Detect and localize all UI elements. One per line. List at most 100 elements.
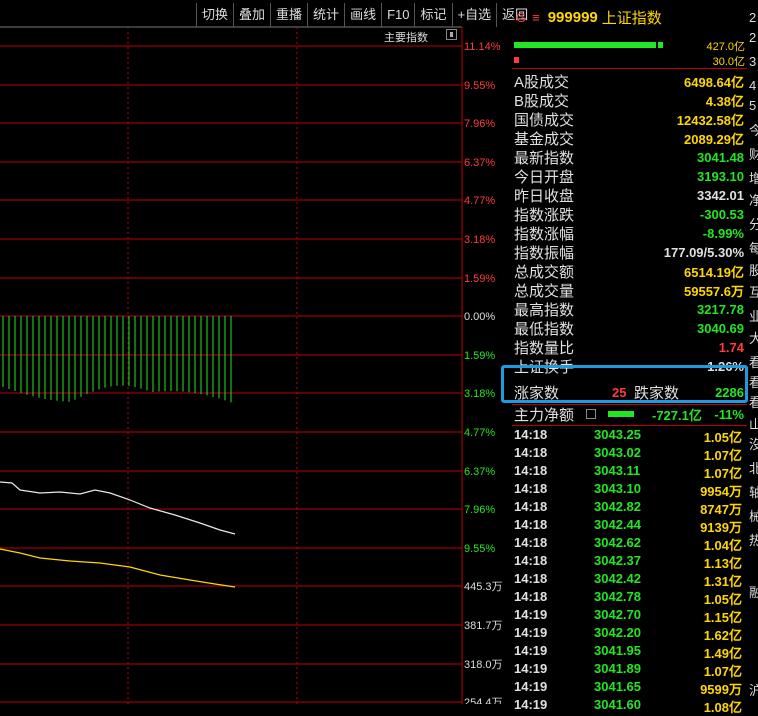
ticker-header: G ≡ 999999 上证指数 (516, 7, 662, 28)
axis-label: 3.18% (464, 234, 495, 246)
stat-value: 3040.69 (697, 321, 744, 336)
tick-time: 14:18 (514, 499, 548, 514)
tick-volume: 1.15亿 (703, 610, 742, 625)
tick-volume: 8747万 (700, 502, 742, 517)
tick-time: 14:18 (514, 481, 548, 496)
tick-time: 14:18 (514, 589, 548, 604)
tick-price: 3041.65 (594, 679, 641, 694)
draw-line-button[interactable]: 画线 (344, 3, 381, 27)
tick-volume: 1.13亿 (703, 556, 742, 571)
chart-toolbar: 切换 叠加 重播 统计 画线 F10 标记 +自选 返回 (196, 3, 533, 27)
tick-time: 14:18 (514, 517, 548, 532)
tick-row: 14:19 3042.70 1.15亿 (514, 607, 744, 625)
ticker-code: 999999 (547, 9, 598, 26)
main-indicator-toggle-icon[interactable] (446, 29, 457, 40)
stat-label: 昨日收盘 (514, 188, 575, 205)
edge-char: 轴 (749, 485, 758, 500)
tick-volume: 1.04亿 (703, 538, 742, 553)
replay-button[interactable]: 重播 (270, 3, 307, 27)
tick-row: 14:18 3043.25 1.05亿 (514, 427, 744, 445)
stat-row: 最新指数 3041.48 (514, 148, 744, 167)
tick-volume: 1.08亿 (703, 700, 742, 715)
edge-char: 分 (749, 217, 758, 232)
menu-icon[interactable]: ≡ (532, 10, 540, 25)
stat-label: 指数量比 (514, 340, 575, 357)
add-watchlist-button[interactable]: +自选 (451, 3, 497, 27)
stat-label: 指数振幅 (514, 245, 575, 262)
main-force-row: 主力净额 -727.1亿 -11% (514, 405, 744, 424)
axis-label: 254.4万 (464, 697, 503, 704)
price-line (0, 481, 236, 535)
main-force-icon[interactable] (586, 409, 596, 419)
stat-value: -8.99% (702, 226, 744, 241)
axis-label: 318.0万 (464, 659, 503, 671)
tick-price: 3043.25 (594, 427, 641, 442)
edge-char: 4 (749, 78, 757, 93)
edge-char: 3 (749, 54, 757, 69)
volume-bottom: 30.0亿 (712, 56, 745, 68)
intraday-chart[interactable]: 11.14% 9.55% 7.96% 6.37% 4.77% 3.18% 1.59% 0.00… (0, 0, 528, 709)
tick-time: 14:18 (514, 571, 548, 586)
tick-row: 14:19 3041.89 1.07亿 (514, 661, 744, 679)
stat-row: 总成交量 59557.6万 (514, 281, 744, 300)
axis-label: 4.77% (464, 195, 495, 207)
stat-value: 3217.78 (697, 302, 744, 317)
tick-volume: 9599万 (700, 682, 742, 697)
edge-char: 财 (749, 147, 758, 162)
stat-label: 基金成交 (514, 131, 575, 148)
tick-row: 14:18 3043.11 1.07亿 (514, 463, 744, 481)
stat-row: 指数量比 1.74 (514, 338, 744, 357)
tick-volume: 1.49亿 (703, 646, 742, 661)
average-line (0, 548, 236, 588)
tick-volume: 1.07亿 (703, 664, 742, 679)
group-badge[interactable]: G (516, 10, 526, 25)
f10-button[interactable]: F10 (381, 3, 414, 27)
edge-char: 每 (749, 241, 758, 256)
stat-value: 6514.19亿 (684, 265, 744, 280)
tick-row: 14:19 3041.60 1.08亿 (514, 697, 744, 715)
edge-char: 大 (749, 331, 758, 346)
edge-char: 械 (749, 509, 758, 524)
axis-label: 11.14% (464, 41, 501, 53)
tick-time: 14:19 (514, 625, 548, 640)
axis-label: 0.00% (464, 311, 495, 323)
stat-label: B股成交 (514, 93, 570, 110)
main-indicator-label[interactable]: 主要指数 (384, 29, 428, 45)
volume-bar-green-small (658, 42, 663, 48)
edge-char: 互 (749, 285, 758, 300)
tick-time: 14:18 (514, 553, 548, 568)
tick-volume: 1.05亿 (703, 592, 742, 607)
stat-label: A股成交 (514, 74, 570, 91)
tick-row: 14:18 3042.44 9139万 (514, 517, 744, 535)
edge-char: 5 (749, 98, 757, 113)
tick-time: 14:19 (514, 607, 548, 622)
switch-button[interactable]: 切换 (196, 3, 233, 27)
volume-top: 427.0亿 (706, 41, 745, 53)
tick-price: 3042.82 (594, 499, 641, 514)
tick-row: 14:19 3041.95 1.49亿 (514, 643, 744, 661)
tick-price: 3043.10 (594, 481, 641, 496)
tick-row: 14:18 3042.42 1.31亿 (514, 571, 744, 589)
axis-label: 6.37% (464, 466, 495, 478)
quote-panel: G ≡ 999999 上证指数 427.0亿 30.0亿 A股成交 6498.64… (512, 0, 747, 715)
tick-volume: 1.07亿 (703, 448, 742, 463)
statistics-button[interactable]: 统计 (307, 3, 344, 27)
overlay-button[interactable]: 叠加 (233, 3, 270, 27)
stat-row: 指数涨跌 -300.53 (514, 205, 744, 224)
edge-char: 北 (749, 461, 758, 476)
mark-button[interactable]: 标记 (414, 3, 451, 27)
tick-price: 3042.20 (594, 625, 641, 640)
stat-value: 59557.6万 (684, 284, 744, 299)
tick-time: 14:19 (514, 661, 548, 676)
tick-time: 14:19 (514, 679, 548, 694)
tick-time: 14:18 (514, 427, 548, 442)
tick-price: 3042.37 (594, 553, 641, 568)
tick-volume: 1.31亿 (703, 574, 742, 589)
stat-row: 指数振幅 177.09/5.30% (514, 243, 744, 262)
edge-char: 净 (749, 193, 758, 208)
stat-label: 最新指数 (514, 150, 575, 167)
stat-row: 最高指数 3217.78 (514, 300, 744, 319)
tick-price: 3042.42 (594, 571, 641, 586)
tick-price: 3043.02 (594, 445, 641, 460)
axis-label: 9.55% (464, 80, 495, 92)
